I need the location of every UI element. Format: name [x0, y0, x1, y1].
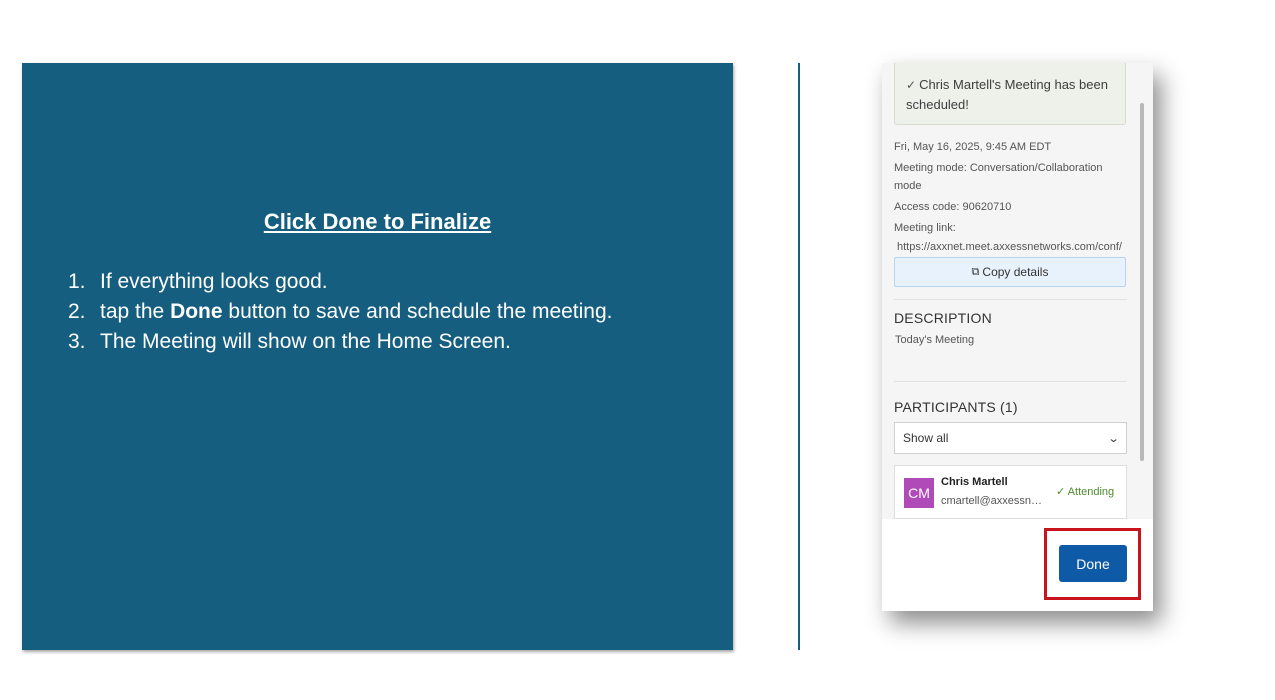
- step-text: If everything looks good.: [100, 270, 328, 293]
- check-icon: ✓: [906, 78, 917, 92]
- meeting-mode: Meeting mode: Conversation/Collaboration: [894, 162, 1103, 174]
- step-number: 2.: [68, 300, 86, 323]
- participant-status: ✓ Attending: [1056, 485, 1114, 498]
- success-text-line2: scheduled!: [906, 97, 969, 112]
- section-divider: [894, 381, 1127, 382]
- participant-email: cmartell@axxessn…: [941, 495, 1043, 507]
- done-button-highlight: [1044, 528, 1141, 600]
- copy-details-label: Copy details: [982, 265, 1049, 279]
- step-text: The Meeting will show on the Home Screen…: [100, 330, 511, 353]
- description-text: Today's Meeting: [895, 334, 975, 346]
- participants-heading: PARTICIPANTS (1): [894, 399, 1018, 415]
- step-text-emphasis: Done: [170, 300, 223, 323]
- participant-card[interactable]: CM Chris Martell cmartell@axxessn… ✓ Att…: [894, 465, 1127, 519]
- step-item: 2. tap the Done button to save and sched…: [68, 297, 613, 327]
- success-text-line1: Chris Martell's Meeting has been: [919, 77, 1108, 92]
- scrollbar[interactable]: [1140, 103, 1144, 461]
- step-number: 1.: [68, 270, 86, 293]
- meeting-mode-continued: mode: [894, 180, 922, 192]
- step-text-suffix: button to save and schedule the meeting.: [222, 300, 613, 323]
- instruction-panel: Click Done to Finalize 1. If everything …: [22, 63, 733, 650]
- copy-icon: ⧉: [971, 265, 980, 278]
- section-divider: [894, 299, 1127, 300]
- copy-details-button[interactable]: ⧉ Copy details: [894, 257, 1126, 287]
- participants-filter-select[interactable]: Show all ⌄: [894, 422, 1127, 454]
- step-item: 3. The Meeting will show on the Home Scr…: [68, 327, 613, 357]
- meeting-datetime: Fri, May 16, 2025, 9:45 AM EDT: [894, 141, 1052, 153]
- check-icon: ✓: [1056, 486, 1066, 498]
- participant-name: Chris Martell: [941, 476, 1008, 488]
- participants-filter-value: Show all: [903, 431, 949, 445]
- instruction-steps: 1. If everything looks good. 2. tap the …: [68, 267, 613, 357]
- step-text-prefix: tap the: [100, 300, 171, 323]
- meeting-link-url[interactable]: https://axxnet.meet.axxessnetworks.com/c…: [897, 238, 1122, 256]
- avatar: CM: [904, 478, 934, 508]
- participant-status-label: Attending: [1067, 486, 1115, 498]
- description-heading: DESCRIPTION: [894, 310, 992, 326]
- meeting-details-scroll-area[interactable]: ✓ Chris Martell's Meeting has been schedu…: [882, 63, 1153, 519]
- meeting-link-label: Meeting link:: [894, 222, 956, 234]
- slide-title: Click Done to Finalize: [263, 209, 492, 234]
- vertical-divider: [798, 63, 800, 650]
- access-code: Access code: 90620710: [894, 201, 1012, 213]
- success-message: ✓ Chris Martell's Meeting has been schedu…: [894, 63, 1126, 125]
- step-number: 3.: [68, 330, 86, 353]
- step-item: 1. If everything looks good.: [68, 267, 613, 297]
- chevron-down-icon: ⌄: [1107, 432, 1120, 445]
